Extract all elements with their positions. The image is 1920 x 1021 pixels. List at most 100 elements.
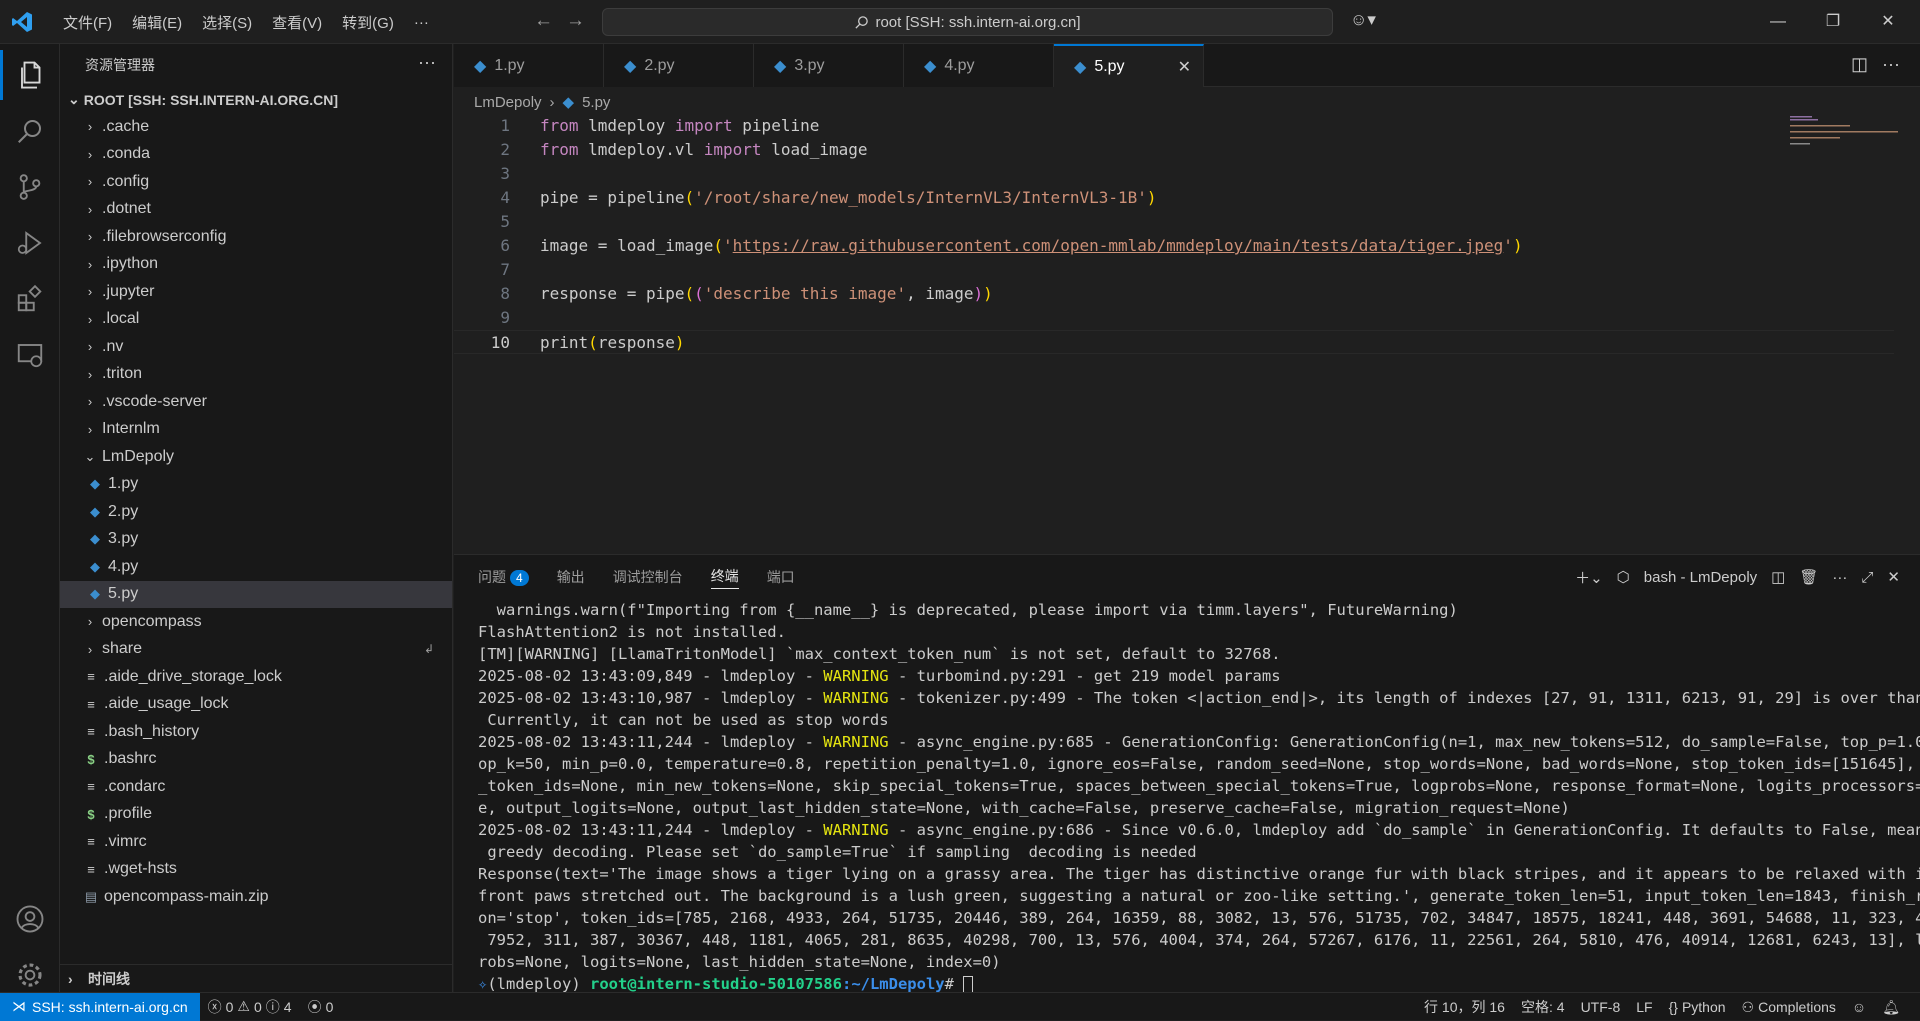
tree-item-internlm[interactable]: › Internlm bbox=[60, 416, 452, 444]
tree-item-vimrc[interactable]: ≡ .vimrc bbox=[60, 828, 452, 856]
tree-item-triton[interactable]: › .triton bbox=[60, 361, 452, 389]
close-window-icon[interactable]: ✕ bbox=[1868, 8, 1908, 36]
tree-item-4-py[interactable]: ◆ 4.py bbox=[60, 553, 452, 581]
command-center[interactable]: root [SSH: ssh.intern-ai.org.cn] bbox=[602, 8, 1333, 36]
completions-status[interactable]: ⚇ Completions bbox=[1734, 999, 1844, 1016]
problems-status[interactable]: ⓧ 0 ⚠ 0 ⓘ 4 bbox=[200, 997, 300, 1017]
tab-4-py[interactable]: ◆ 4.py bbox=[904, 44, 1054, 87]
close-tab-icon[interactable]: ✕ bbox=[1178, 57, 1191, 77]
cursor-position[interactable]: 行 10，列 16 bbox=[1416, 997, 1513, 1017]
tree-item-config[interactable]: › .config bbox=[60, 168, 452, 196]
panel-more-icon[interactable]: ··· bbox=[1832, 569, 1847, 586]
run-debug-icon[interactable] bbox=[0, 218, 60, 268]
split-terminal-icon[interactable]: ◫ bbox=[1771, 568, 1785, 586]
tree-item-wget-hsts[interactable]: ≡ .wget-hsts bbox=[60, 856, 452, 884]
split-editor-icon[interactable]: ◫ bbox=[1851, 54, 1868, 75]
tree-item-ipython[interactable]: › .ipython bbox=[60, 251, 452, 279]
ports-status[interactable]: ⦿ 0 bbox=[300, 997, 342, 1017]
menu-selection[interactable]: 选择(S) bbox=[192, 12, 262, 33]
chevron-right-icon: › bbox=[87, 311, 93, 327]
breadcrumb-folder[interactable]: LmDepoly bbox=[474, 94, 542, 111]
tree-item-label: 1.py bbox=[108, 475, 139, 493]
ports-count: 0 bbox=[325, 998, 334, 1015]
tree-item-profile[interactable]: $ .profile bbox=[60, 801, 452, 829]
restore-icon[interactable]: ❐ bbox=[1813, 8, 1853, 36]
source-control-icon[interactable] bbox=[0, 162, 60, 212]
tab-problems[interactable]: 问题 4 bbox=[478, 567, 529, 587]
minimize-icon[interactable]: — bbox=[1758, 8, 1798, 36]
title-bar: 文件(F) 编辑(E) 选择(S) 查看(V) 转到(G) ··· ← → ro… bbox=[0, 0, 1920, 44]
tab-debug-console[interactable]: 调试控制台 bbox=[613, 567, 683, 587]
tree-item-vscode-server[interactable]: › .vscode-server bbox=[60, 388, 452, 416]
timeline-section[interactable]: › 时间线 bbox=[60, 964, 453, 992]
tree-item-aide-drive-storage-lock[interactable]: ≡ .aide_drive_storage_lock bbox=[60, 663, 452, 691]
code-line: 2 from lmdeploy.vl import load_image bbox=[454, 138, 1894, 162]
forward-arrow-icon[interactable]: → bbox=[566, 10, 585, 32]
minimap[interactable] bbox=[1790, 114, 1900, 154]
tree-item-filebrowserconfig[interactable]: › .filebrowserconfig bbox=[60, 223, 452, 251]
tree-item-bash-history[interactable]: ≡ .bash_history bbox=[60, 718, 452, 746]
terminal-shell-icon: ⬡ bbox=[1616, 569, 1630, 586]
tree-item-dotnet[interactable]: › .dotnet bbox=[60, 196, 452, 224]
tree-item-share[interactable]: › share ↲ bbox=[60, 636, 452, 664]
close-panel-icon[interactable]: ✕ bbox=[1887, 568, 1900, 586]
code-editor[interactable]: 1 from lmdeploy import pipeline 2 from lmd… bbox=[454, 114, 1920, 554]
tree-item-cache[interactable]: › .cache bbox=[60, 113, 452, 141]
explorer-icon[interactable] bbox=[0, 50, 60, 100]
tree-item-local[interactable]: › .local bbox=[60, 306, 452, 334]
tree-item-opencompass-main-zip[interactable]: ▤ opencompass-main.zip bbox=[60, 883, 452, 911]
copilot-icon[interactable]: ☺▾ bbox=[1350, 10, 1376, 30]
menu-go[interactable]: 转到(G) bbox=[332, 12, 404, 33]
error-icon: ⓧ bbox=[207, 998, 222, 1015]
editor-more-icon[interactable]: ··· bbox=[1882, 54, 1900, 75]
menu-edit[interactable]: 编辑(E) bbox=[122, 12, 192, 33]
prompt-user: root@intern-studio-50107586 bbox=[590, 975, 842, 993]
search-view-icon[interactable] bbox=[0, 106, 60, 156]
tree-item-nv[interactable]: › .nv bbox=[60, 333, 452, 361]
tree-item-condarc[interactable]: ≡ .condarc bbox=[60, 773, 452, 801]
python-file-icon: ◆ bbox=[90, 558, 100, 574]
tree-item-opencompass[interactable]: › opencompass bbox=[60, 608, 452, 636]
new-terminal-icon[interactable]: ＋⌄ bbox=[1575, 567, 1603, 588]
terminal-output[interactable]: warnings.warn(f"Importing from {__name__… bbox=[478, 599, 1920, 994]
line-number: 7 bbox=[500, 260, 510, 279]
tab-terminal[interactable]: 终端 bbox=[710, 566, 739, 589]
indentation[interactable]: 空格: 4 bbox=[1513, 997, 1573, 1017]
tab-ports[interactable]: 端口 bbox=[767, 567, 795, 587]
notifications-bell-icon[interactable]: 🔔︎ bbox=[1874, 999, 1908, 1016]
remote-indicator[interactable]: ⋊ SSH: ssh.intern-ai.org.cn bbox=[0, 992, 200, 1021]
kill-terminal-icon[interactable]: 🗑 bbox=[1799, 568, 1818, 586]
extensions-icon[interactable] bbox=[0, 274, 60, 324]
more-actions-icon[interactable]: ··· bbox=[418, 52, 436, 73]
accounts-icon[interactable] bbox=[0, 894, 60, 944]
tree-item-conda[interactable]: › .conda bbox=[60, 141, 452, 169]
tab-1-py[interactable]: ◆ 1.py bbox=[454, 44, 604, 87]
end-of-line[interactable]: LF bbox=[1628, 999, 1660, 1015]
maximize-panel-icon[interactable]: ⤢ bbox=[1861, 569, 1873, 586]
problems-count-badge: 4 bbox=[510, 570, 529, 586]
terminal-name[interactable]: bash - LmDepoly bbox=[1644, 569, 1757, 586]
tab-3-py[interactable]: ◆ 3.py bbox=[754, 44, 904, 87]
tab-output[interactable]: 输出 bbox=[557, 567, 585, 587]
menu-more[interactable]: ··· bbox=[404, 14, 439, 31]
tree-item-1-py[interactable]: ◆ 1.py bbox=[60, 471, 452, 499]
breadcrumb-file[interactable]: 5.py bbox=[582, 94, 610, 111]
language-mode[interactable]: {} Python bbox=[1661, 999, 1734, 1015]
tree-item-bashrc[interactable]: $ .bashrc bbox=[60, 746, 452, 774]
tab-5-py[interactable]: ◆ 5.py ✕ bbox=[1054, 44, 1204, 87]
remote-explorer-icon[interactable] bbox=[0, 330, 60, 380]
tree-item-lmdepoly[interactable]: ⌄ LmDepoly bbox=[60, 443, 452, 471]
menu-file[interactable]: 文件(F) bbox=[53, 12, 122, 33]
encoding[interactable]: UTF-8 bbox=[1573, 999, 1629, 1015]
copilot-status-icon[interactable]: ☺ bbox=[1844, 999, 1874, 1015]
tree-item-aide-usage-lock[interactable]: ≡ .aide_usage_lock bbox=[60, 691, 452, 719]
tab-2-py[interactable]: ◆ 2.py bbox=[604, 44, 754, 87]
workspace-root[interactable]: ⌄ ROOT [SSH: SSH.INTERN-AI.ORG.CN] bbox=[60, 86, 452, 113]
tree-item-2-py[interactable]: ◆ 2.py bbox=[60, 498, 452, 526]
code-url-link[interactable]: https://raw.githubusercontent.com/open-m… bbox=[733, 236, 1504, 255]
back-arrow-icon[interactable]: ← bbox=[534, 10, 553, 32]
tree-item-jupyter[interactable]: › .jupyter bbox=[60, 278, 452, 306]
menu-view[interactable]: 查看(V) bbox=[262, 12, 332, 33]
tree-item-3-py[interactable]: ◆ 3.py bbox=[60, 526, 452, 554]
tree-item-5-py[interactable]: ◆ 5.py bbox=[60, 580, 452, 608]
